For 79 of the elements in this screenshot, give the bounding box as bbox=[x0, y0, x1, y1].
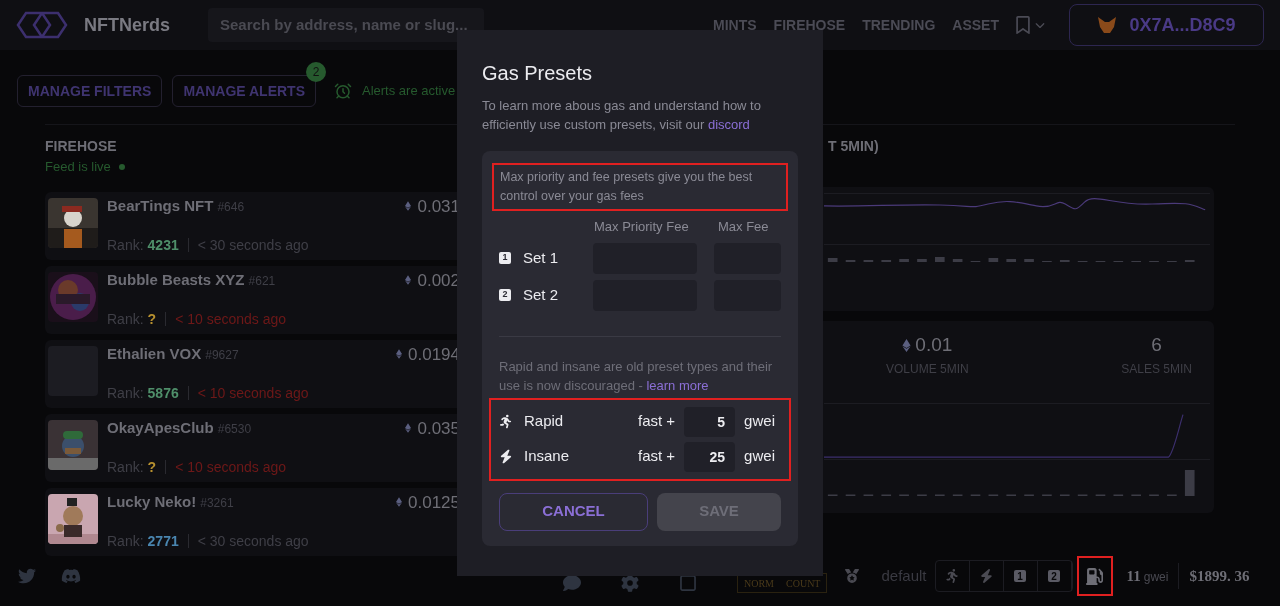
preset-label: Rapid bbox=[524, 411, 565, 432]
discord-icon[interactable] bbox=[61, 567, 81, 585]
unit-label: gwei bbox=[744, 411, 775, 432]
gas-presets-button[interactable] bbox=[1076, 556, 1113, 596]
rank-value: ? bbox=[147, 457, 157, 477]
rank-value: 2771 bbox=[147, 531, 179, 551]
set-label: Set 1 bbox=[523, 247, 560, 268]
gas-price: 11 bbox=[1126, 566, 1141, 586]
preset-button[interactable]: 1 bbox=[1003, 561, 1038, 591]
panel-heading: T 5MIN) bbox=[828, 137, 879, 156]
collection-name: BearTings NFT bbox=[107, 196, 214, 217]
sale-price: 0.031 bbox=[417, 195, 460, 218]
medal-icon[interactable] bbox=[845, 566, 860, 586]
preset-button[interactable]: 2 bbox=[1037, 561, 1072, 591]
gwei-field[interactable]: 25 bbox=[684, 441, 736, 472]
ethereum-icon bbox=[405, 201, 412, 212]
lightning-icon bbox=[500, 449, 512, 464]
number-badge-icon: 1 bbox=[1014, 570, 1026, 582]
preset-label: Insane bbox=[524, 446, 571, 467]
rank-value: ? bbox=[147, 309, 157, 329]
wallet-button[interactable]: 0X7A...D8C9 bbox=[1069, 4, 1264, 46]
learn-more-link[interactable]: learn more bbox=[646, 377, 709, 393]
alerts-status: Alerts are active bbox=[362, 82, 456, 101]
collection-name: Ethalien VOX bbox=[107, 344, 202, 365]
toolbar-button[interactable]: MANAGE FILTERS bbox=[17, 75, 163, 107]
collection-name: Bubble Beasts XYZ bbox=[107, 270, 245, 291]
nav-link[interactable]: ASSET bbox=[952, 14, 999, 36]
alarm-clock-icon bbox=[334, 82, 352, 100]
gas-pump-icon bbox=[1086, 566, 1103, 586]
dialog-title: Gas Presets bbox=[482, 61, 594, 86]
fox-icon bbox=[1097, 16, 1118, 34]
logo-icon bbox=[16, 10, 68, 40]
discord-link[interactable]: discord bbox=[707, 117, 750, 132]
settings-icon[interactable] bbox=[621, 574, 639, 592]
bookmark-icon[interactable] bbox=[1016, 16, 1030, 34]
collection-name: OkayApesClub bbox=[107, 418, 214, 439]
feed-status: Feed is live bbox=[45, 158, 111, 176]
ethereum-icon bbox=[396, 349, 402, 360]
preset-prefix: fast + bbox=[638, 446, 676, 467]
legacy-note: Rapid and insane are old preset types and their use is now discouraged - learn more bbox=[499, 357, 774, 395]
rank-value: 5876 bbox=[147, 383, 179, 403]
column-header: Max Fee bbox=[718, 218, 769, 236]
presets-note: Max priority and fee presets give you the best control over your gas fees bbox=[492, 163, 788, 211]
stat-value: 6 bbox=[1151, 333, 1162, 357]
mode-tab[interactable]: COUNT bbox=[780, 575, 827, 591]
number-badge-icon: 2 bbox=[1048, 570, 1060, 582]
ethereum-icon bbox=[405, 423, 412, 434]
gas-unit: gwei bbox=[1143, 568, 1169, 586]
sale-time: < 10 seconds ago bbox=[175, 309, 287, 329]
ethereum-icon bbox=[396, 497, 402, 508]
number-badge-icon: 2 bbox=[499, 289, 511, 301]
twitter-icon[interactable] bbox=[18, 567, 36, 585]
feed-title: FIREHOSE bbox=[45, 137, 118, 156]
ethereum-icon bbox=[405, 275, 412, 286]
chevron-down-icon[interactable] bbox=[1035, 20, 1045, 30]
nav-link[interactable]: TRENDING bbox=[862, 14, 936, 36]
ethereum-icon bbox=[902, 338, 912, 352]
cancel-button[interactable]: CANCEL bbox=[499, 492, 648, 531]
sale-time: < 10 seconds ago bbox=[175, 457, 287, 477]
number-badge-icon: 1 bbox=[499, 252, 511, 264]
rank-value: 4231 bbox=[147, 235, 179, 255]
lightning-icon bbox=[979, 569, 993, 583]
brand-name: NFTNerds bbox=[84, 13, 170, 37]
mode-tab[interactable]: NORM bbox=[738, 575, 780, 591]
set-label: Set 2 bbox=[523, 284, 560, 305]
preset-name: default bbox=[881, 565, 927, 586]
preset-prefix: fast + bbox=[638, 411, 676, 432]
dialog-intro: To learn more abous gas and understand how to efficiently use custom presets, visit our discord bbox=[482, 97, 762, 134]
unit-label: gwei bbox=[744, 446, 775, 467]
gwei-field[interactable]: 5 bbox=[684, 406, 736, 437]
chat-icon[interactable] bbox=[563, 574, 581, 592]
collection-name: Lucky Neko! bbox=[107, 492, 197, 513]
sale-time: < 10 seconds ago bbox=[197, 383, 309, 403]
running-person-icon bbox=[945, 569, 959, 583]
count-badge: 2 bbox=[306, 62, 326, 82]
eth-price: $1899. 36 bbox=[1189, 566, 1250, 586]
stat-value: 0.01 bbox=[915, 333, 953, 357]
running-person-icon bbox=[500, 414, 512, 429]
column-header: Max Priority Fee bbox=[594, 218, 690, 236]
